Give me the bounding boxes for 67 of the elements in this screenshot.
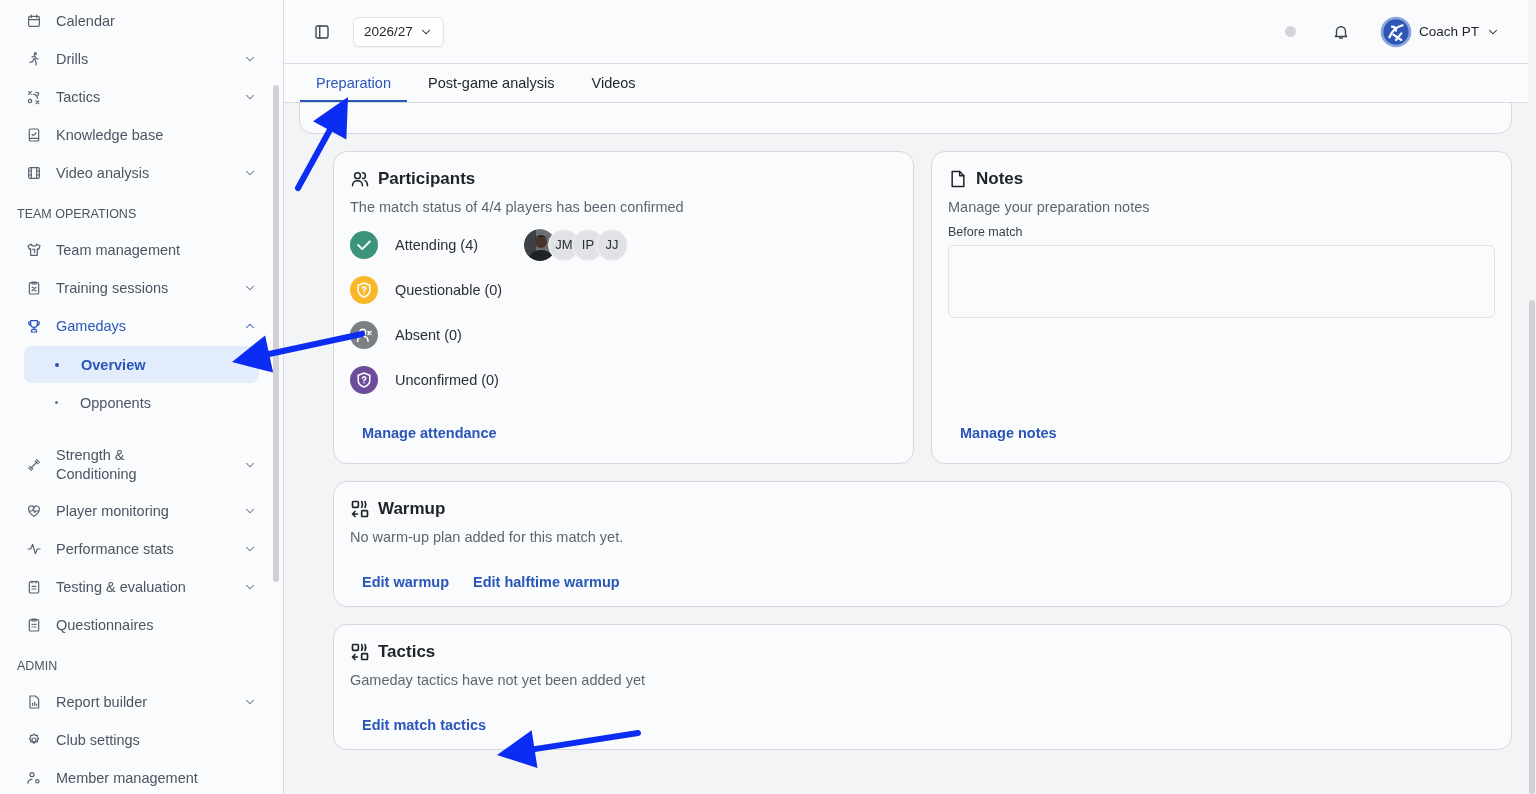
sidebar-item[interactable]: Player monitoring	[0, 492, 283, 530]
sidebar-item[interactable]: Strength & Conditioning	[0, 438, 283, 492]
clipboard-icon	[26, 280, 42, 296]
sidebar-item[interactable]: Report builder	[0, 683, 283, 721]
card-description: The match status of 4/4 players has been confirmed	[350, 198, 685, 216]
sidebar-item[interactable]: Video analysis	[0, 154, 283, 192]
card-description: Manage your preparation notes	[948, 198, 1151, 216]
sidebar-toggle-icon[interactable]	[313, 22, 331, 41]
card-title: Tactics	[378, 642, 436, 662]
card-description: No warm-up plan added for this match yet.	[350, 528, 625, 546]
sidebar-item[interactable]: Performance stats	[0, 530, 283, 568]
scrollbar-thumb[interactable]	[1529, 300, 1535, 794]
card-title: Participants	[378, 169, 476, 189]
sidebar-item[interactable]: Gamedays	[0, 307, 283, 345]
sidebar-item[interactable]: Member management	[0, 759, 283, 794]
swap-squares-icon	[350, 642, 370, 662]
sidebar-item[interactable]: Team management	[0, 231, 283, 269]
user-menu[interactable]: Coach PT	[1379, 15, 1500, 48]
card-description: Gameday tactics have not yet been added yet	[350, 671, 647, 689]
link[interactable]: Manage notes	[960, 425, 1057, 441]
sidebar-item[interactable]: Drills	[0, 40, 283, 78]
sidebar-item[interactable]: Questionnaires	[0, 606, 283, 644]
dumbbell-icon	[26, 457, 42, 473]
avatar: JJ	[596, 228, 628, 261]
heart-icon	[26, 503, 42, 519]
sidebar-item[interactable]: Club settings	[0, 721, 283, 759]
sidebar-item[interactable]: Testing & evaluation	[0, 568, 283, 606]
field-label: Before match	[948, 225, 1024, 239]
users-icon	[350, 169, 370, 189]
sidebar-subitem[interactable]: Opponents	[24, 384, 259, 421]
card-title: Notes	[976, 169, 1024, 189]
card-title: Warmup	[378, 499, 446, 519]
sidebar-subitem[interactable]: Overview	[24, 346, 259, 383]
notes-field[interactable]	[948, 245, 1495, 318]
section-heading: ADMIN	[16, 658, 59, 675]
link[interactable]: Manage attendance	[362, 425, 497, 441]
users-icon	[26, 770, 42, 786]
sidebar-item[interactable]: Knowledge base	[0, 116, 283, 154]
link[interactable]: Edit warmup	[362, 574, 449, 590]
sidebar-item[interactable]: Tactics	[0, 78, 283, 116]
tab[interactable]: Videos	[575, 64, 652, 102]
link[interactable]: Edit halftime warmup	[473, 574, 620, 590]
pulse-icon	[26, 541, 42, 557]
section-heading: TEAM OPERATIONS	[16, 206, 138, 223]
sidebar-item[interactable]: Training sessions	[0, 269, 283, 307]
sidebar-item[interactable]: Calendar	[0, 2, 283, 40]
scrollbar-thumb[interactable]	[273, 85, 279, 582]
film-icon	[26, 165, 42, 181]
report-icon	[26, 694, 42, 710]
book-icon	[26, 127, 42, 143]
trophy-icon	[26, 318, 42, 334]
club-logo-icon	[1379, 15, 1412, 48]
swap-squares-icon	[350, 499, 370, 519]
shirt-icon	[26, 242, 42, 258]
tactics-icon	[26, 89, 42, 105]
document-icon	[948, 169, 968, 189]
tab[interactable]: Post-game analysis	[411, 64, 571, 102]
status-dot	[1284, 26, 1296, 37]
status-label: Attending (4)	[395, 236, 480, 253]
status-label: Absent (0)	[395, 326, 463, 343]
calendar-icon	[26, 13, 42, 29]
clipboard-list-icon	[26, 579, 42, 595]
status-label: Unconfirmed (0)	[395, 371, 500, 388]
status-label: Questionable (0)	[395, 281, 504, 298]
clipboard-icon	[26, 617, 42, 633]
season-dropdown[interactable]: 2026/27	[353, 16, 444, 47]
link[interactable]: Edit match tactics	[362, 717, 487, 733]
